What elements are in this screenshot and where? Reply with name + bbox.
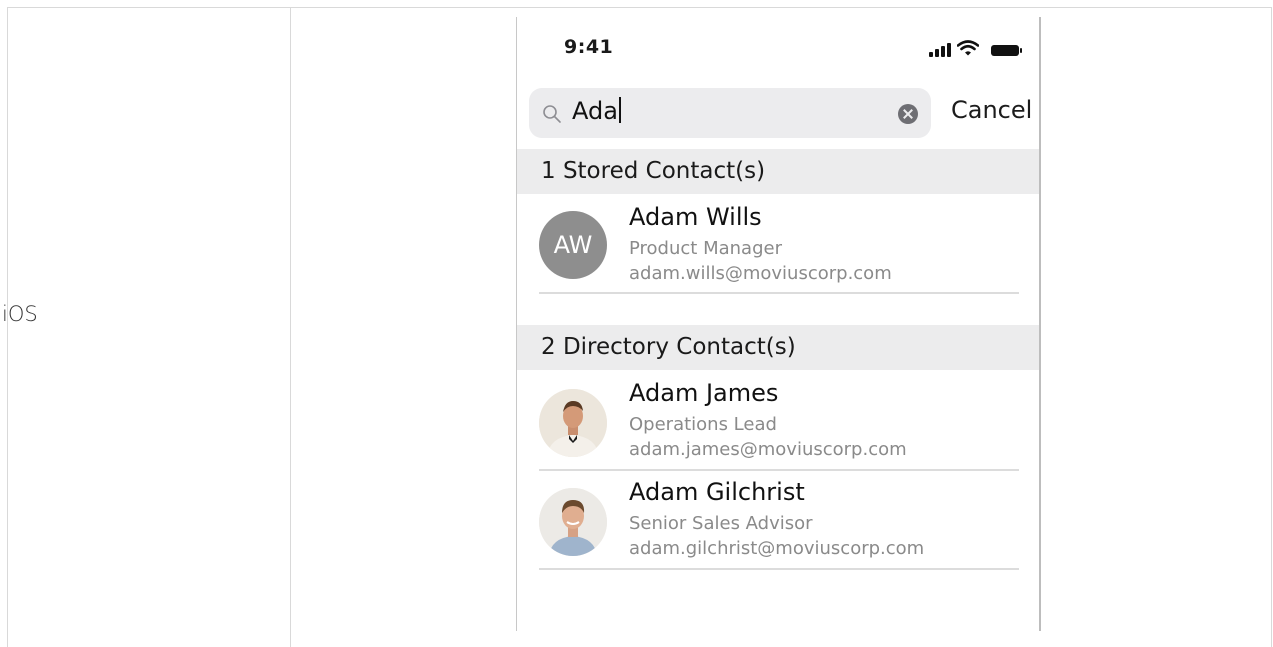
contact-row-adam-gilchrist[interactable]: Adam Gilchrist Senior Sales Advisor adam… [517, 478, 1039, 574]
contact-row-adam-wills[interactable]: AW Adam Wills Product Manager adam.wills… [517, 203, 1039, 299]
search-bar[interactable]: Ada [529, 88, 931, 138]
search-input[interactable]: Ada [572, 97, 621, 125]
phone-screenshot: 9:41 Ada Cancel 1 Stored Contact(s) AW A… [516, 17, 1041, 631]
section-title: 1 Stored Contact(s) [541, 158, 766, 184]
battery-icon [991, 45, 1022, 56]
status-icons [924, 39, 1022, 57]
cellular-signal-icon [929, 43, 951, 57]
clear-search-icon[interactable] [898, 104, 918, 124]
search-query: Ada [572, 97, 618, 125]
search-icon [543, 105, 561, 123]
stored-contacts-header: 1 Stored Contact(s) [517, 149, 1039, 194]
avatar [539, 389, 607, 457]
cancel-button[interactable]: Cancel [951, 96, 1032, 124]
section-title: 2 Directory Contact(s) [541, 334, 796, 360]
status-time: 9:41 [564, 36, 614, 58]
contact-email: adam.james@moviuscorp.com [629, 439, 907, 460]
contact-email: adam.wills@moviuscorp.com [629, 263, 892, 284]
contact-role: Product Manager [629, 238, 782, 259]
column-divider [290, 8, 291, 647]
person-photo-icon [539, 389, 607, 457]
platform-label: iOS [2, 302, 38, 326]
text-caret [618, 97, 621, 123]
contact-role: Senior Sales Advisor [629, 513, 813, 534]
avatar: AW [539, 211, 607, 279]
directory-contacts-header: 2 Directory Contact(s) [517, 325, 1039, 370]
row-divider [539, 292, 1019, 294]
row-divider [539, 568, 1019, 570]
person-photo-icon [539, 488, 607, 556]
contact-role: Operations Lead [629, 414, 777, 435]
avatar [539, 488, 607, 556]
contact-row-adam-james[interactable]: Adam James Operations Lead adam.james@mo… [517, 379, 1039, 475]
row-divider [539, 469, 1019, 471]
wifi-icon [957, 40, 979, 56]
contact-name: Adam Wills [629, 203, 762, 231]
contact-email: adam.gilchrist@moviuscorp.com [629, 538, 925, 559]
contact-name: Adam Gilchrist [629, 478, 805, 506]
contact-name: Adam James [629, 379, 779, 407]
